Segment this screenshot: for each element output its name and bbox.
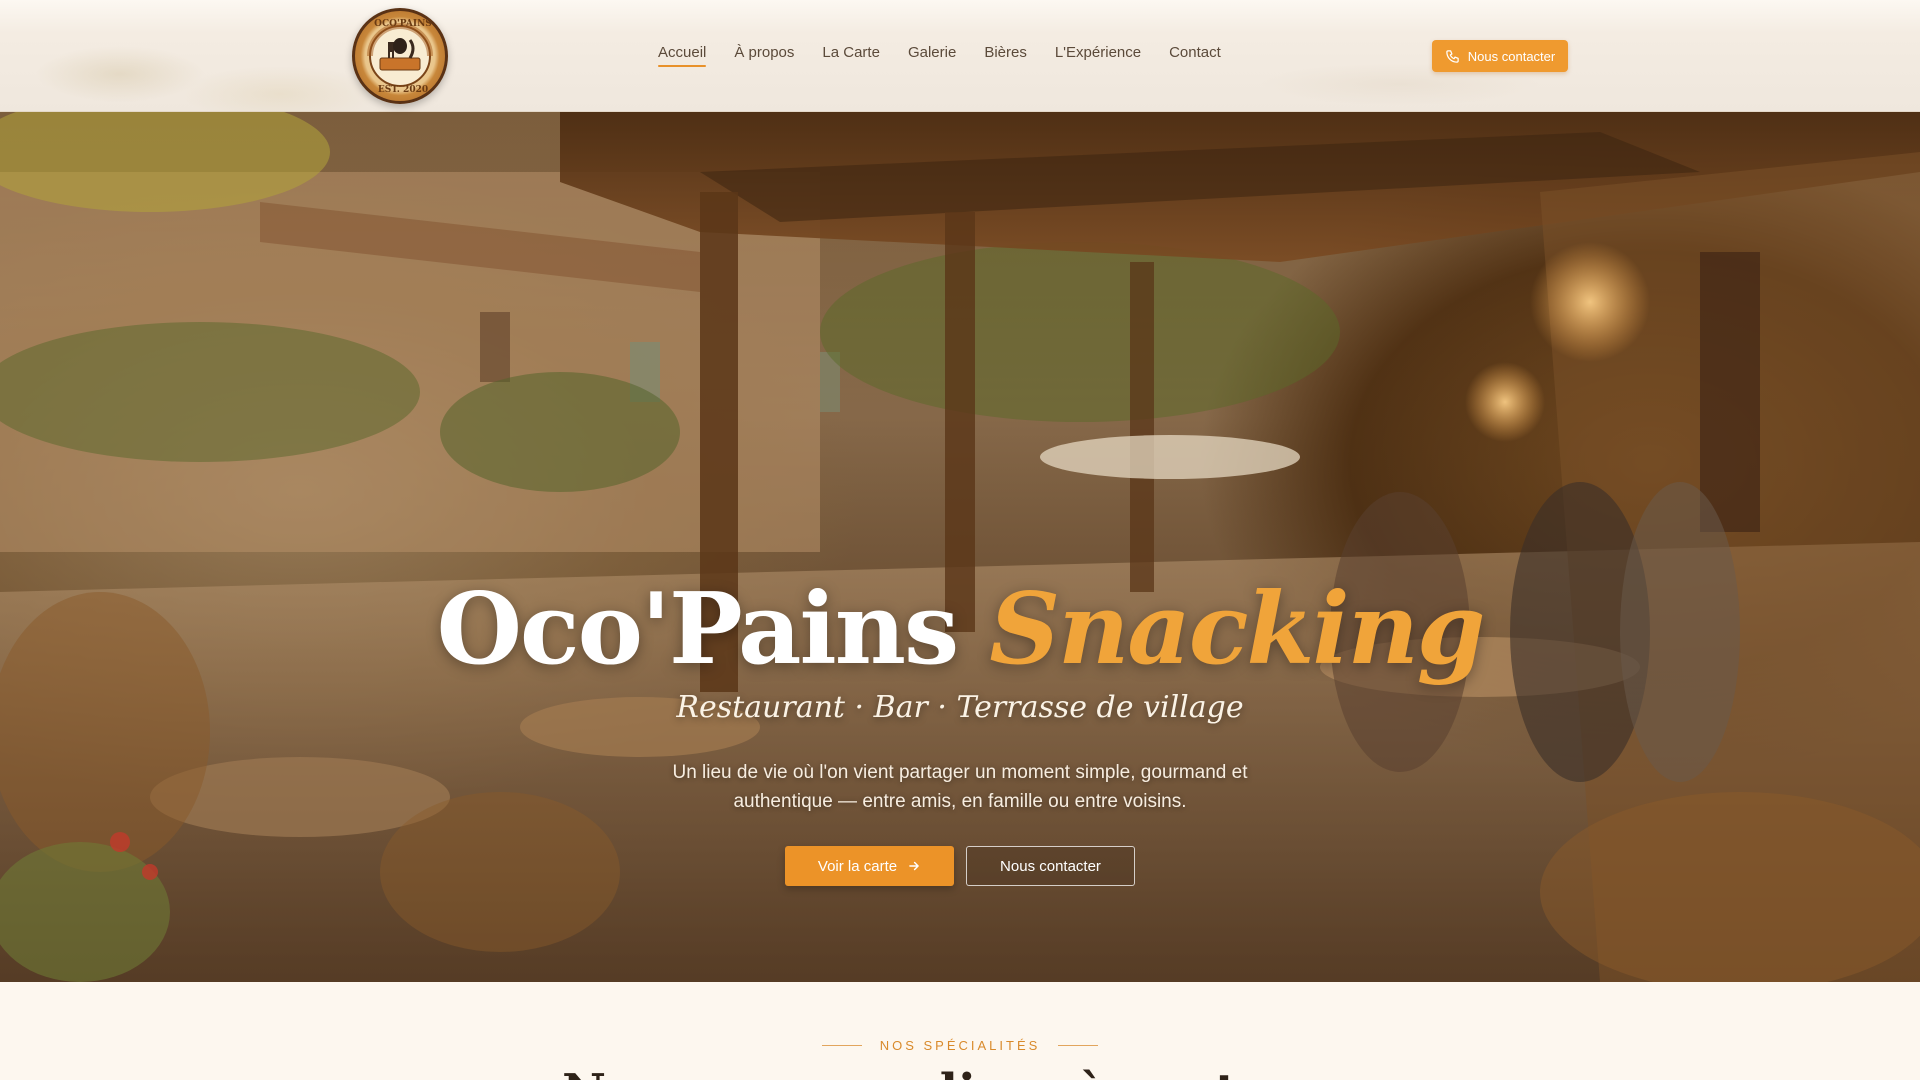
specialties-eyebrow-text: NOS SPÉCIALITÉS bbox=[879, 1038, 1041, 1053]
brand-logo[interactable]: OCO'PAINS EST. 2020 bbox=[352, 8, 448, 104]
phone-icon bbox=[1446, 49, 1459, 63]
nav-item-la-carte[interactable]: La Carte bbox=[822, 44, 880, 67]
hero-contact-button[interactable]: Nous contacter bbox=[966, 846, 1135, 886]
hero-title-accent: Snacking bbox=[989, 572, 1485, 687]
arrow-right-icon bbox=[909, 861, 919, 871]
view-menu-button[interactable]: Voir la carte bbox=[785, 846, 954, 886]
nav-item-a-propos[interactable]: À propos bbox=[734, 44, 794, 67]
specialties-section: NOS SPÉCIALITÉS Nos gourmandises à parta… bbox=[0, 982, 1920, 1080]
hero-background-image bbox=[0, 112, 1920, 982]
header-contact-button[interactable]: Nous contacter bbox=[1432, 40, 1568, 72]
hero-section: Oco'Pains Snacking Restaurant · Bar · Te… bbox=[0, 112, 1920, 982]
hero-subtitle: Restaurant · Bar · Terrasse de village bbox=[676, 690, 1244, 725]
nav-item-bieres[interactable]: Bières bbox=[984, 44, 1027, 67]
logo-text-bottom: EST. 2020 bbox=[377, 85, 429, 95]
main-nav: Accueil À propos La Carte Galerie Bières… bbox=[658, 44, 1221, 67]
nav-item-experience[interactable]: L'Expérience bbox=[1055, 44, 1141, 67]
specialties-eyebrow: NOS SPÉCIALITÉS bbox=[0, 1038, 1920, 1053]
header-contact-label: Nous contacter bbox=[1467, 48, 1556, 64]
eyebrow-line-right bbox=[1058, 1045, 1099, 1046]
hero-title: Oco'Pains Snacking bbox=[0, 572, 1920, 687]
logo-text-top: OCO'PAINS bbox=[374, 19, 432, 29]
specialties-heading: Nos gourmandises à partager bbox=[0, 1068, 1920, 1080]
hero-title-main: Oco'Pains bbox=[436, 572, 960, 687]
view-menu-label: Voir la carte bbox=[817, 857, 898, 875]
nav-item-galerie[interactable]: Galerie bbox=[908, 44, 956, 67]
hero-contact-label: Nous contacter bbox=[1000, 857, 1101, 875]
nav-item-accueil[interactable]: Accueil bbox=[658, 44, 707, 67]
site-header: OCO'PAINS EST. 2020 Accueil À propos La … bbox=[0, 0, 1920, 112]
eyebrow-line-left bbox=[821, 1045, 862, 1046]
nav-item-contact[interactable]: Contact bbox=[1169, 44, 1221, 67]
hero-description: Un lieu de vie où l'on vient partager un… bbox=[672, 762, 1248, 812]
